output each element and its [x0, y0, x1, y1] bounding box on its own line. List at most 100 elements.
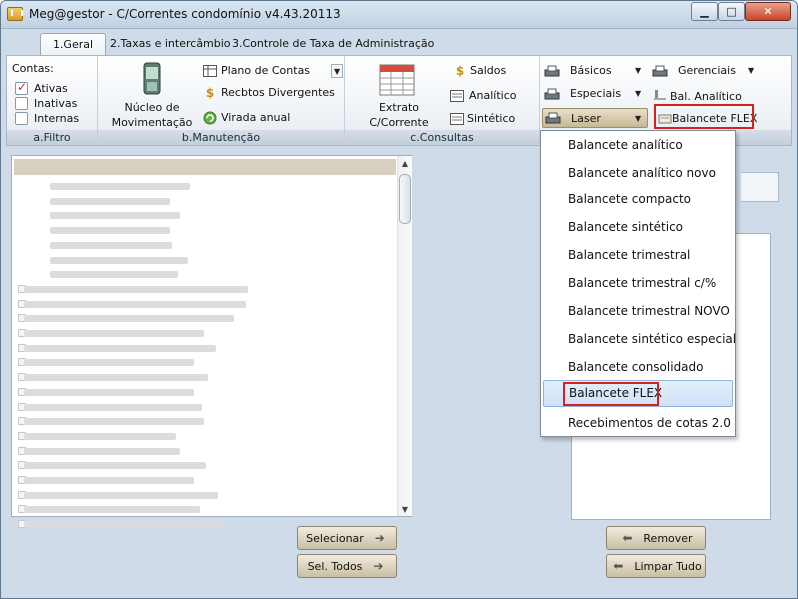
tree-row-text-blurred: [24, 403, 202, 411]
scroll-down-arrow-icon[interactable]: ▼: [398, 502, 412, 516]
tree-row[interactable]: [16, 225, 392, 235]
tree-row-text-blurred: [24, 359, 194, 367]
tree-row[interactable]: [16, 372, 392, 382]
tree-row-selected[interactable]: [14, 159, 396, 175]
tree-row[interactable]: [16, 210, 392, 220]
tree-row[interactable]: [16, 475, 392, 485]
menu-item-balancete-flex-highlight: [563, 382, 659, 406]
tree-row[interactable]: [16, 460, 392, 470]
close-button[interactable]: ✕: [745, 2, 791, 21]
plano-de-contas-dropdown-arrow[interactable]: ▼: [331, 64, 343, 78]
tree-row-text-blurred: [50, 183, 190, 190]
tree-row-text-blurred: [50, 256, 188, 264]
menu-item-balancete-compacto[interactable]: Balancete compacto: [543, 186, 733, 213]
report-icon: [652, 87, 668, 101]
tree-row[interactable]: [16, 240, 392, 250]
tree-row-text-blurred: [24, 447, 180, 455]
scroll-up-arrow-icon[interactable]: ▲: [398, 156, 412, 170]
menu-item-balancete-analitico[interactable]: Balancete analítico: [543, 132, 733, 159]
mobile-phone-icon: [143, 62, 161, 95]
sel-todos-button[interactable]: Sel. Todos ➔: [297, 554, 397, 578]
tree-row-text-blurred: [24, 432, 176, 440]
tree-row-text-blurred: [24, 388, 194, 396]
report-icon: [449, 112, 465, 126]
arrow-right-icon: ➜: [374, 531, 385, 545]
menu-item-balancete-consolidado[interactable]: Balancete consolidado: [543, 354, 733, 381]
window-title: Meg@gestor - C/Correntes condomínio v4.4…: [29, 7, 341, 21]
tree-row[interactable]: [16, 181, 392, 191]
menu-item-balancete-trimestral-pct[interactable]: Balancete trimestral c/%: [543, 270, 733, 297]
extrato-cc-button[interactable]: Extrato C/Corrente: [357, 60, 441, 129]
internas-checkbox[interactable]: [15, 112, 28, 125]
contas-label: Contas:: [12, 62, 54, 75]
gerenciais-button[interactable]: Gerenciais ▼: [652, 62, 758, 80]
sintetico-label: Sintético: [467, 112, 516, 125]
menu-item-balancete-analitico-novo[interactable]: Balancete analítico novo: [543, 160, 733, 187]
tree-row-text-blurred: [50, 227, 170, 235]
tree-row[interactable]: [16, 357, 392, 367]
menu-item-balancete-sintetico[interactable]: Balancete sintético: [543, 214, 733, 241]
group-label-manutencao: b.Manutenção: [98, 130, 344, 145]
nucleo-movimentacao-button[interactable]: Núcleo de Movimentação: [106, 60, 198, 129]
menu-item-balancete-sintetico-especial[interactable]: Balancete sintético especial: [543, 326, 736, 353]
tree-row[interactable]: [16, 431, 392, 441]
tree-row[interactable]: [16, 255, 392, 265]
printer-icon: [652, 64, 668, 78]
laser-label: Laser: [571, 112, 601, 125]
tree-row-text-blurred: [50, 212, 180, 220]
analitico-button[interactable]: Analítico: [449, 88, 533, 104]
especiais-label: Especiais: [570, 87, 622, 100]
tree-row[interactable]: [16, 284, 392, 294]
tree-row-text-blurred: [24, 521, 224, 529]
tree-row[interactable]: [16, 343, 392, 353]
tree-row[interactable]: [16, 402, 392, 412]
menu-item-recebimentos-cotas[interactable]: Recebimentos de cotas 2.0: [543, 410, 733, 437]
sel-todos-label: Sel. Todos: [307, 559, 363, 573]
tree-row[interactable]: [16, 328, 392, 338]
limpar-tudo-button[interactable]: ⬅ Limpar Tudo: [606, 554, 706, 578]
recbtos-divergentes-button[interactable]: $ Recbtos Divergentes: [202, 85, 342, 101]
minimize-button[interactable]: ▁: [691, 2, 718, 21]
tree-row-text-blurred: [24, 315, 234, 323]
selecionar-button[interactable]: Selecionar ➜: [297, 526, 397, 550]
tree-row[interactable]: [16, 490, 392, 500]
app-logo-icon: [7, 7, 23, 21]
scrollbar-thumb[interactable]: [399, 174, 411, 224]
tree-row[interactable]: [16, 299, 392, 309]
group-label-consultas: c.Consultas: [345, 130, 539, 145]
inativas-checkbox[interactable]: [15, 97, 28, 110]
especiais-button[interactable]: Especiais ▼: [544, 85, 644, 103]
tree-row[interactable]: [16, 416, 392, 426]
remover-button[interactable]: ⬅ Remover: [606, 526, 706, 550]
plano-de-contas-label: Plano de Contas: [221, 64, 311, 77]
tree-row[interactable]: [16, 504, 392, 514]
tab-geral[interactable]: 1.Geral: [40, 33, 106, 55]
menu-item-balancete-trimestral[interactable]: Balancete trimestral: [543, 242, 733, 269]
ativas-checkbox[interactable]: [15, 80, 28, 95]
virada-anual-button[interactable]: Virada anual: [202, 110, 342, 126]
tree-row-text-blurred: [24, 477, 194, 484]
menu-item-balancete-trimestral-novo[interactable]: Balancete trimestral NOVO: [543, 298, 733, 325]
condominio-tree-list[interactable]: ▲ ▼: [11, 155, 412, 529]
saldos-button[interactable]: $ Saldos: [452, 63, 532, 79]
bal-analitico-button[interactable]: Bal. Analítico: [652, 87, 752, 105]
sintetico-button[interactable]: Sintético: [449, 111, 533, 127]
plano-de-contas-button[interactable]: Plano de Contas: [202, 63, 342, 79]
tree-row-text-blurred: [50, 241, 172, 249]
maximize-button[interactable]: □: [718, 2, 745, 21]
tree-row[interactable]: [16, 196, 392, 206]
tab-taxas[interactable]: 2.Taxas e intercâmbio: [104, 33, 237, 55]
selecionar-label: Selecionar: [306, 531, 364, 545]
tree-row[interactable]: [16, 269, 392, 279]
tab-controle-taxa[interactable]: 3.Controle de Taxa de Administração: [226, 33, 440, 55]
inativas-label: Inativas: [34, 97, 78, 110]
tree-row[interactable]: [16, 387, 392, 397]
laser-button[interactable]: Laser ▼: [542, 108, 648, 128]
group-consultas: Extrato C/Corrente $ Saldos Analítico Si…: [345, 56, 540, 145]
tree-row[interactable]: [16, 446, 392, 456]
group-label-filtro: a.Filtro: [7, 130, 97, 145]
tree-row[interactable]: [16, 313, 392, 323]
printer-icon: [544, 87, 560, 101]
basicos-button[interactable]: Básicos ▼: [544, 62, 644, 80]
vertical-scrollbar[interactable]: ▲ ▼: [397, 156, 412, 516]
